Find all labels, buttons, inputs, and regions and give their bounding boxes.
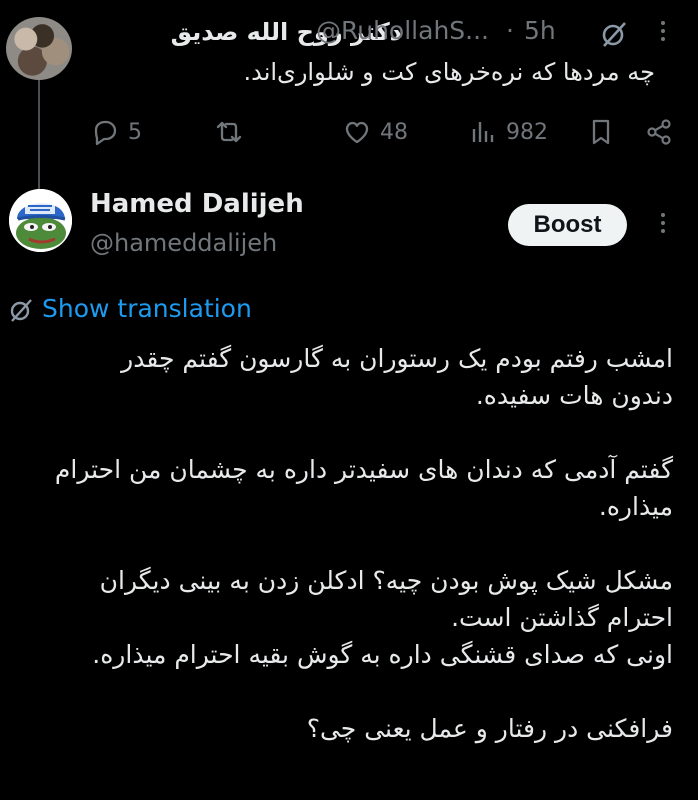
avatar[interactable] — [9, 189, 72, 252]
text-line: گفتم آدمی که دندان های سفیدتر داره به چش… — [54, 455, 673, 484]
text-line: مشکل شیک پوش بودن چیه؟ ادکلن زدن به بینی… — [99, 566, 673, 595]
author-handle[interactable]: @RuhollahS... — [316, 16, 489, 45]
views-button[interactable]: 982 — [468, 117, 548, 147]
tweet-text: امشب رفتم بودم یک رستوران به گارسون گفتم… — [13, 340, 673, 747]
bookmark-icon — [592, 119, 610, 145]
reply-icon — [94, 120, 117, 146]
more-icon[interactable] — [650, 15, 676, 47]
like-count: 48 — [380, 119, 408, 145]
pepe-avatar-icon — [9, 189, 72, 252]
like-icon — [345, 121, 369, 144]
more-icon[interactable] — [650, 207, 676, 239]
tweet-time[interactable]: 5h — [524, 16, 556, 45]
text-line: فرافکنی در رفتار و عمل یعنی چی؟ — [306, 714, 673, 743]
grok-icon[interactable] — [600, 20, 628, 48]
reply-count: 5 — [128, 119, 142, 145]
tweet-text: چه مردها که نره‌خرهای کت و شلواری‌اند. — [243, 58, 655, 86]
views-icon — [472, 122, 494, 142]
share-button[interactable] — [644, 117, 674, 147]
text-line: امشب رفتم بودم یک رستوران به گارسون گفتم… — [121, 344, 673, 373]
text-line: احترام گذاشتن است. — [451, 603, 673, 632]
boost-button[interactable]: Boost — [508, 204, 627, 246]
author-handle[interactable]: @hameddalijeh — [90, 229, 277, 257]
retweet-icon — [216, 121, 242, 143]
views-count: 982 — [506, 119, 548, 145]
show-translation-link[interactable]: Show translation — [42, 294, 252, 323]
author-name[interactable]: Hamed Dalijeh — [90, 189, 304, 219]
text-line: میذاره. — [598, 492, 673, 521]
share-icon — [647, 119, 671, 145]
text-line: اونی که صدای قشنگی داره به گوش بقیه احتر… — [92, 640, 673, 669]
bookmark-button[interactable] — [586, 117, 616, 147]
avatar[interactable] — [6, 17, 72, 80]
separator-dot: · — [506, 16, 514, 45]
retweet-button[interactable] — [214, 117, 252, 147]
grok-icon — [10, 299, 32, 322]
text-line: دندون هات سفیده. — [475, 381, 673, 410]
thread-connector — [38, 78, 40, 190]
like-button[interactable]: 48 — [342, 117, 408, 147]
reply-button[interactable]: 5 — [90, 117, 142, 147]
